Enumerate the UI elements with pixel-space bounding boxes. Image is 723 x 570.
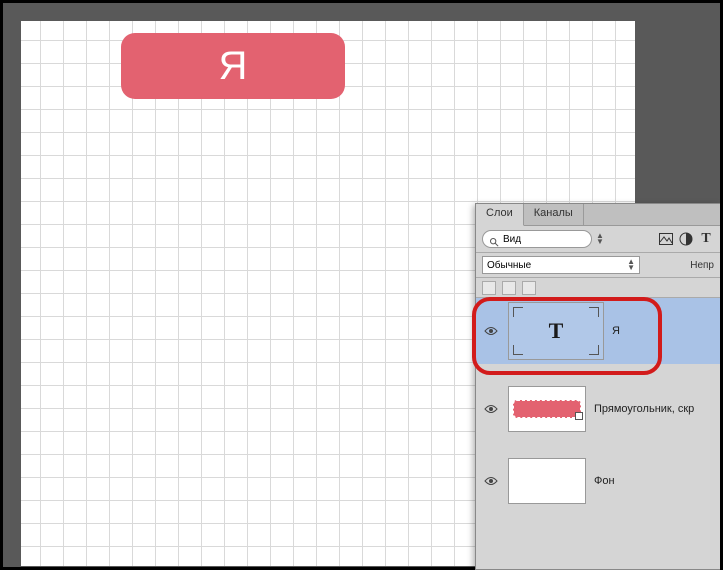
layer-name[interactable]: Я bbox=[612, 325, 620, 337]
app-frame: Я Слои Каналы ▲▼ T Обычные ▲▼ bbox=[3, 3, 720, 567]
tab-layers[interactable]: Слои bbox=[476, 204, 524, 226]
eye-icon[interactable] bbox=[482, 472, 500, 490]
blend-mode-value: Обычные bbox=[487, 260, 531, 271]
layer-search[interactable] bbox=[482, 230, 592, 248]
layer-name[interactable]: Прямоугольник, скр bbox=[594, 403, 694, 415]
dropdown-icon[interactable]: ▲▼ bbox=[596, 233, 604, 245]
layer-thumbnail[interactable]: T bbox=[508, 302, 604, 360]
layer-thumbnail[interactable] bbox=[508, 458, 586, 504]
text-layer-content[interactable]: Я bbox=[219, 44, 248, 89]
layer-search-input[interactable] bbox=[503, 234, 585, 245]
layer-filter-row: ▲▼ T bbox=[476, 226, 720, 253]
magnifier-icon bbox=[489, 234, 499, 244]
layer-row-background[interactable]: Фон bbox=[476, 454, 720, 508]
lock-all-icon[interactable] bbox=[522, 281, 536, 295]
lock-position-icon[interactable] bbox=[502, 281, 516, 295]
layers-panel: Слои Каналы ▲▼ T Обычные ▲▼ Непр bbox=[475, 203, 720, 570]
lock-pixels-icon[interactable] bbox=[482, 281, 496, 295]
layer-name[interactable]: Фон bbox=[594, 475, 615, 487]
rounded-rectangle-shape[interactable]: Я bbox=[121, 33, 345, 99]
blend-mode-select[interactable]: Обычные ▲▼ bbox=[482, 256, 640, 274]
layer-thumbnail[interactable] bbox=[508, 386, 586, 432]
filter-text-icon[interactable]: T bbox=[698, 231, 714, 247]
eye-icon[interactable] bbox=[482, 400, 500, 418]
eye-icon[interactable] bbox=[482, 322, 500, 340]
dropdown-icon: ▲▼ bbox=[627, 259, 635, 271]
lock-row bbox=[476, 278, 720, 298]
layer-row-shape[interactable]: Прямоугольник, скр bbox=[476, 382, 720, 436]
panel-tabs: Слои Каналы bbox=[476, 204, 720, 226]
layer-row-text[interactable]: T Я bbox=[476, 298, 720, 364]
blend-mode-row: Обычные ▲▼ Непр bbox=[476, 253, 720, 278]
tab-channels[interactable]: Каналы bbox=[524, 204, 584, 225]
filter-adjust-icon[interactable] bbox=[678, 231, 694, 247]
opacity-label: Непр bbox=[690, 260, 714, 271]
filter-image-icon[interactable] bbox=[658, 231, 674, 247]
layers-list: T Я Прямоугольник, скр Фон bbox=[476, 298, 720, 508]
